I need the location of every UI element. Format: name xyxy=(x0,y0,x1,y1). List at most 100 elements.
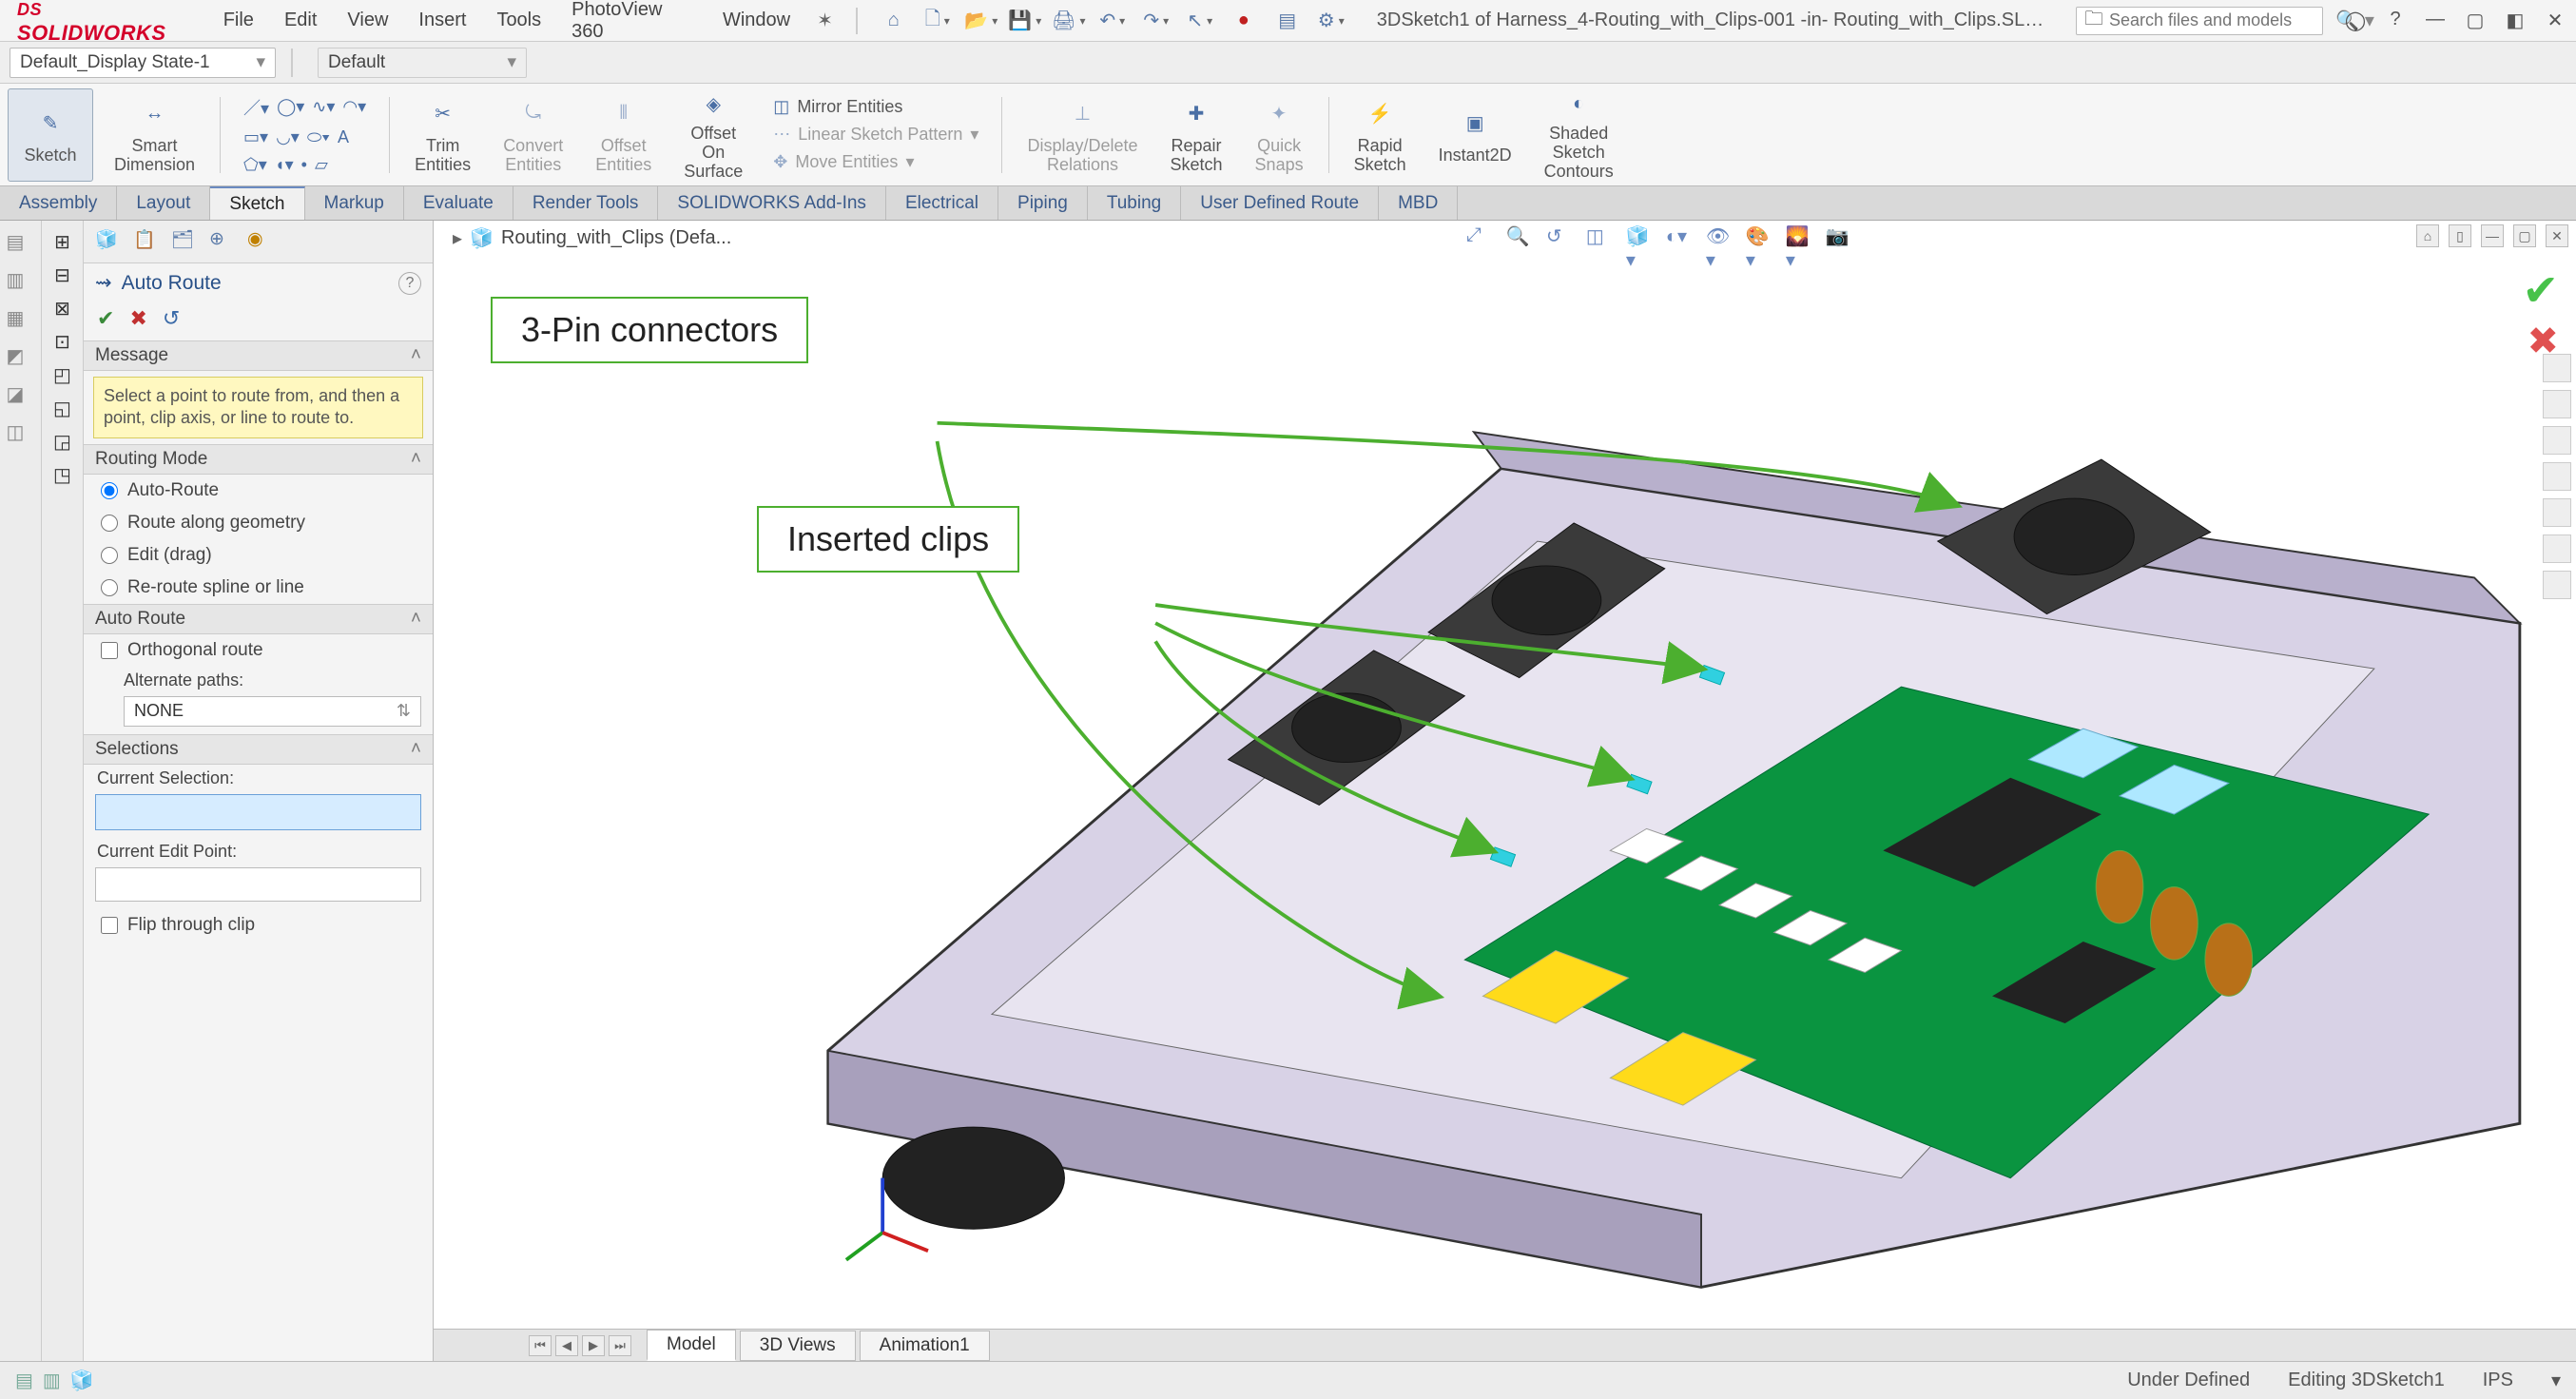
tab-mbd[interactable]: MBD xyxy=(1379,186,1458,220)
ribbon-linear-pattern[interactable]: ⋯ Linear Sketch Pattern ▾ xyxy=(773,125,978,145)
ribbon-instant2d[interactable]: ▣ Instant2D xyxy=(1427,88,1523,182)
restore-icon[interactable]: ▢ xyxy=(2462,9,2489,32)
ribbon-offset[interactable]: ⫴ Offset Entities xyxy=(584,88,663,182)
point-icon[interactable]: • xyxy=(301,155,307,175)
strip-icon[interactable]: ▦ xyxy=(7,306,35,335)
strip-icon[interactable]: ◱ xyxy=(53,397,71,420)
arc-icon[interactable]: ◡▾ xyxy=(276,127,300,147)
options-icon[interactable]: ⚙ xyxy=(1318,8,1345,34)
strip-icon[interactable]: ◲ xyxy=(53,430,71,454)
ribbon-convert[interactable]: ⤿ Convert Entities xyxy=(492,88,574,182)
menu-overflow-icon[interactable]: ✶ xyxy=(807,5,843,36)
slot-icon[interactable]: ◖▾ xyxy=(275,155,294,175)
ellipse-icon[interactable]: ⬭▾ xyxy=(307,127,330,147)
radio-edit-drag-input[interactable] xyxy=(101,547,118,564)
section-selections[interactable]: Selections ˄ xyxy=(84,734,433,765)
ribbon-display-delete[interactable]: ⊥ Display/Delete Relations xyxy=(1016,88,1149,182)
taskpane-icon[interactable] xyxy=(2543,354,2571,382)
pm-help-icon[interactable]: ? xyxy=(398,272,421,295)
strip-icon[interactable]: ◪ xyxy=(7,382,35,411)
scroll-next-icon[interactable]: ▶ xyxy=(582,1335,605,1356)
property-manager-icon[interactable]: 📋 xyxy=(133,228,160,255)
tab-piping[interactable]: Piping xyxy=(998,186,1088,220)
minimize-icon[interactable]: — xyxy=(2422,9,2449,32)
menu-photoview[interactable]: PhotoView 360 xyxy=(558,0,706,47)
tab-addins[interactable]: SOLIDWORKS Add-Ins xyxy=(658,186,886,220)
graphics-viewport[interactable]: ▸ 🧊 Routing_with_Clips (Defa... ⤢ 🔍 ↺ ◫ … xyxy=(434,221,2576,1361)
tab-sketch[interactable]: Sketch xyxy=(210,186,304,220)
stepper-icon[interactable]: ⇅ xyxy=(397,701,411,721)
breadcrumb-expand-icon[interactable]: ▸ xyxy=(453,226,462,250)
close-icon[interactable]: ✕ xyxy=(2542,9,2568,32)
tab-tubing[interactable]: Tubing xyxy=(1088,186,1181,220)
ribbon-repair[interactable]: ✚ Repair Sketch xyxy=(1159,88,1234,182)
check-orthogonal[interactable]: Orthogonal route xyxy=(84,634,433,667)
strip-icon[interactable]: ▥ xyxy=(7,268,35,297)
circle-icon[interactable]: ◯▾ xyxy=(277,97,304,117)
rect-icon[interactable]: ▭▾ xyxy=(243,127,268,147)
taskpane-icon[interactable] xyxy=(2543,390,2571,418)
tab-electrical[interactable]: Electrical xyxy=(886,186,998,220)
check-flip-through-clip[interactable]: Flip through clip xyxy=(84,909,433,942)
taskpane-icon[interactable] xyxy=(2543,571,2571,599)
scroll-first-icon[interactable]: ⏮ xyxy=(529,1335,552,1356)
fillet-icon[interactable]: ◠▾ xyxy=(342,97,366,117)
config-manager-icon[interactable]: 🗂 xyxy=(171,228,198,255)
print-icon[interactable]: 🖨 xyxy=(1056,8,1082,34)
maximize-icon[interactable]: ◧ xyxy=(2502,9,2528,32)
radio-auto-route-input[interactable] xyxy=(101,482,118,499)
taskpane-icon[interactable] xyxy=(2543,534,2571,563)
strip-icon[interactable]: ◳ xyxy=(53,463,71,487)
radio-reroute[interactable]: Re-route spline or line xyxy=(84,572,433,604)
menu-insert[interactable]: Insert xyxy=(405,6,479,35)
menu-file[interactable]: File xyxy=(210,6,267,35)
menu-view[interactable]: View xyxy=(334,6,401,35)
open-doc-icon[interactable]: 📂 xyxy=(968,8,995,34)
view-tab-model[interactable]: Model xyxy=(647,1330,736,1361)
tab-assembly[interactable]: Assembly xyxy=(0,186,117,220)
current-selection-field[interactable] xyxy=(95,794,421,830)
tab-evaluate[interactable]: Evaluate xyxy=(404,186,513,220)
ribbon-shaded[interactable]: ◐ Shaded Sketch Contours xyxy=(1533,88,1625,182)
ribbon-mirror[interactable]: ◫ Mirror Entities xyxy=(773,97,902,117)
dimxpert-icon[interactable]: ⊕ xyxy=(209,228,236,255)
ribbon-offset-surface[interactable]: ◈ Offset On Surface xyxy=(672,88,754,182)
spline-icon[interactable]: ∿▾ xyxy=(312,97,335,117)
tab-user-route[interactable]: User Defined Route xyxy=(1181,186,1379,220)
radio-route-along[interactable]: Route along geometry xyxy=(84,507,433,539)
vp-minimize-icon[interactable]: — xyxy=(2481,224,2504,247)
strip-icon[interactable]: ◩ xyxy=(7,344,35,373)
hide-show-icon[interactable]: 👁▾ xyxy=(1706,224,1733,251)
configuration-combo[interactable]: Default ▾ xyxy=(318,48,527,78)
taskpane-icon[interactable] xyxy=(2543,498,2571,527)
scene-icon[interactable]: 🌄▾ xyxy=(1786,224,1812,251)
new-doc-icon[interactable]: 🗋 xyxy=(924,8,951,34)
section-message[interactable]: Message ˄ xyxy=(84,340,433,371)
ok-icon[interactable]: ✔ xyxy=(97,306,114,331)
line-icon[interactable]: ／▾ xyxy=(243,95,269,120)
status-dropdown-icon[interactable]: ▾ xyxy=(2551,1369,2561,1392)
view-tab-animation[interactable]: Animation1 xyxy=(860,1331,990,1361)
display-state-combo[interactable]: Default_Display State-1 ▾ xyxy=(10,48,276,78)
radio-auto-route[interactable]: Auto-Route xyxy=(84,475,433,507)
search-box[interactable]: 🗀 🔍 ▾ xyxy=(2076,7,2323,35)
status-icon[interactable]: ▤ xyxy=(15,1369,33,1392)
taskpane-icon[interactable] xyxy=(2543,462,2571,491)
vp-restore-icon[interactable]: ▢ xyxy=(2513,224,2536,247)
zoom-area-icon[interactable]: 🔍 xyxy=(1506,224,1533,251)
help-icon[interactable]: ? xyxy=(2382,9,2409,32)
undo-route-icon[interactable]: ↺ xyxy=(163,306,180,331)
strip-icon[interactable]: ⊡ xyxy=(54,330,70,354)
radio-edit-drag[interactable]: Edit (drag) xyxy=(84,539,433,572)
section-routing-mode[interactable]: Routing Mode ˄ xyxy=(84,444,433,475)
rebuild-stop-icon[interactable]: ● xyxy=(1230,8,1257,34)
home-icon[interactable]: ⌂ xyxy=(881,8,907,34)
ribbon-move-entities[interactable]: ✥ Move Entities ▾ xyxy=(773,152,914,172)
feature-breadcrumb[interactable]: ▸ 🧊 Routing_with_Clips (Defa... xyxy=(453,226,731,250)
search-input[interactable] xyxy=(2109,10,2330,30)
polygon-icon[interactable]: ⬠▾ xyxy=(243,155,267,175)
redo-icon[interactable]: ↷ xyxy=(1143,8,1170,34)
alternate-paths-combo[interactable]: NONE ⇅ xyxy=(124,696,421,727)
feature-tree-icon[interactable]: 🧊 xyxy=(95,228,122,255)
strip-icon[interactable]: ⊟ xyxy=(54,263,70,287)
